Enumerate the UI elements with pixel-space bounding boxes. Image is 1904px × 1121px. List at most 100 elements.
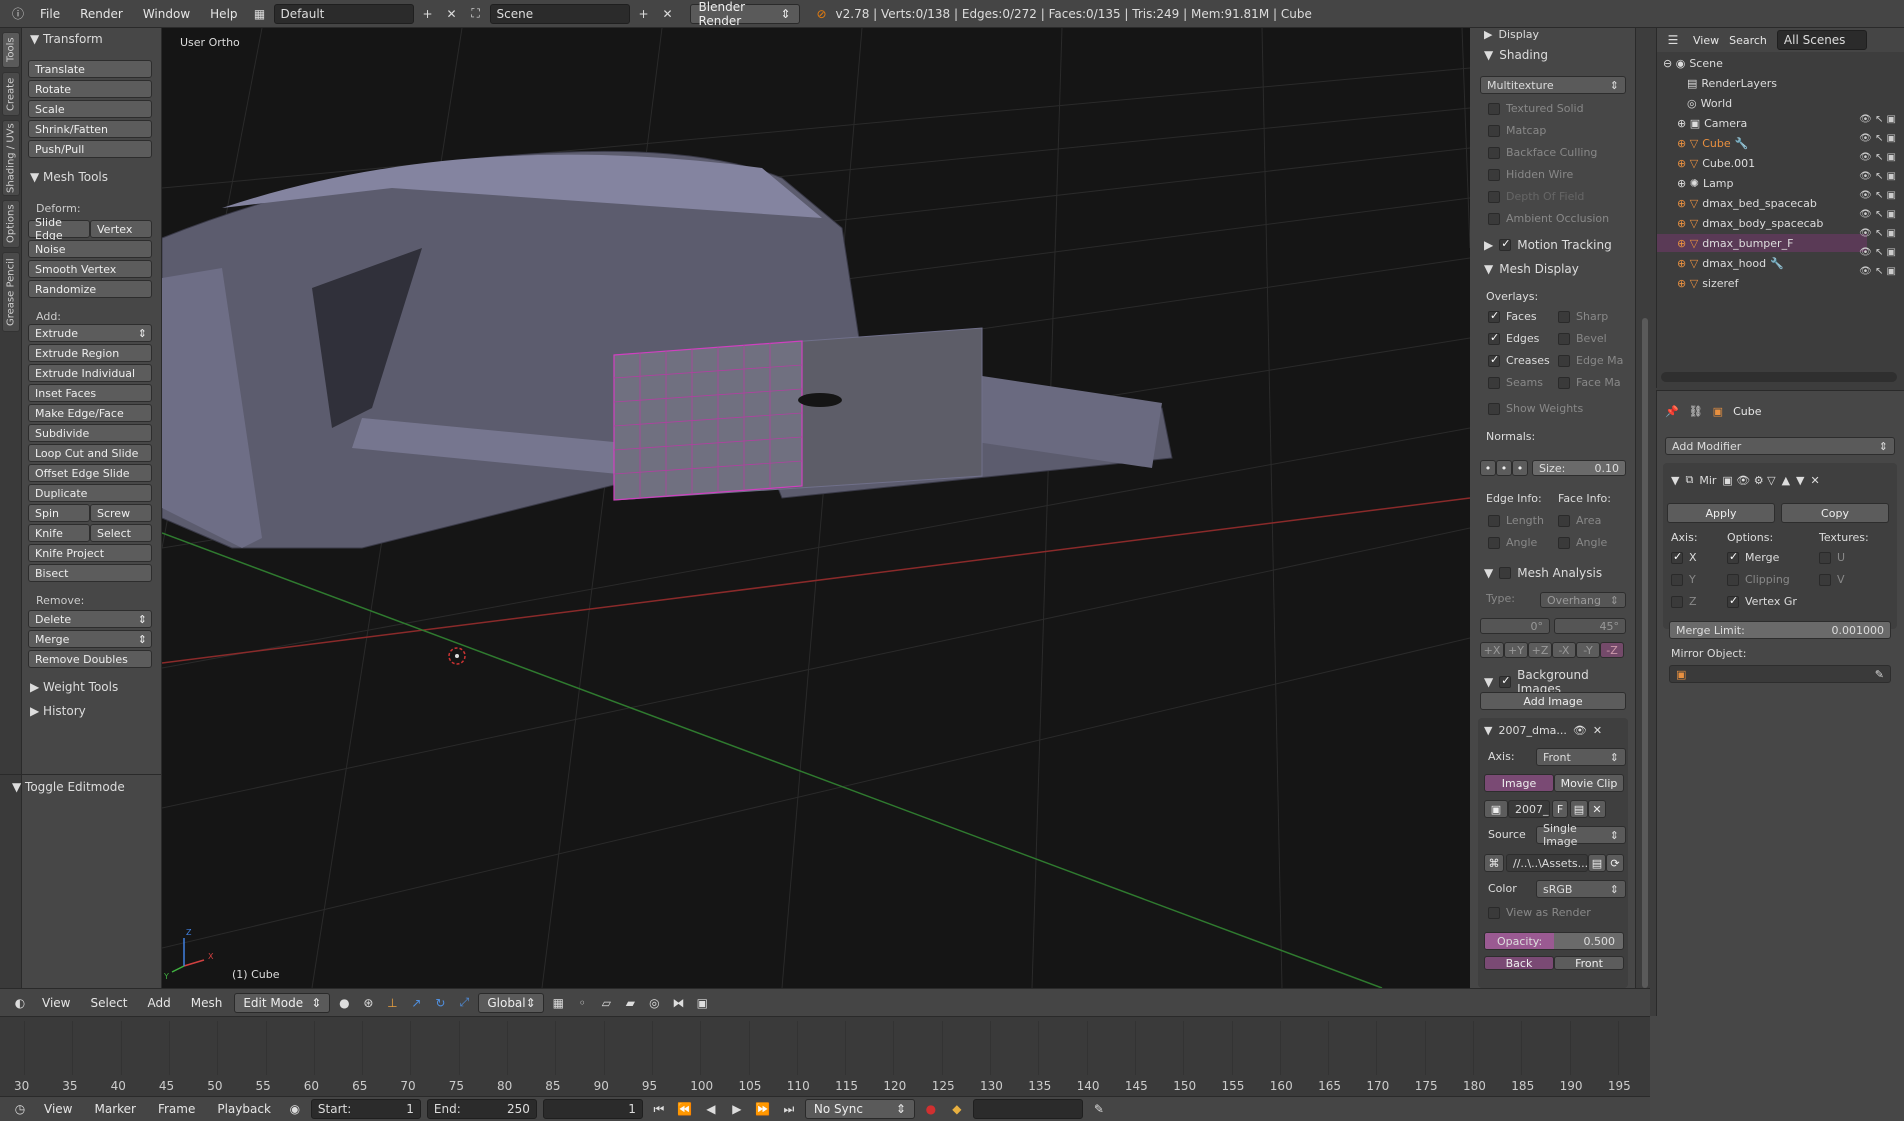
render-engine-select[interactable]: Blender Render ⇕ <box>689 0 800 28</box>
image-name-field[interactable]: 2007_ <box>1508 800 1550 818</box>
axis-neg-y-button[interactable]: -Y <box>1576 642 1600 658</box>
vertex-select-icon[interactable]: ◦ <box>572 993 592 1013</box>
image-source-tab[interactable]: Image <box>1484 774 1554 792</box>
extrude-individual-button[interactable]: Extrude Individual <box>28 364 152 382</box>
pickup-truck-model[interactable] <box>162 150 1173 549</box>
back-tab[interactable]: Back <box>1484 956 1554 970</box>
outliner-item-cube[interactable]: ⊕ ▽ Cube 🔧 <box>1677 134 1748 152</box>
menu-window[interactable]: Window <box>135 7 198 21</box>
outliner-search-menu[interactable]: Search <box>1729 34 1767 47</box>
tab-create[interactable]: Create <box>2 72 20 116</box>
editor-type-icon[interactable]: ◐ <box>10 993 30 1013</box>
loop-cut-button[interactable]: Loop Cut and Slide <box>28 444 152 462</box>
scene-icon[interactable]: ⛶ <box>466 4 486 24</box>
close-icon[interactable]: ✕ <box>1811 474 1820 487</box>
menu-view[interactable]: View <box>34 996 78 1010</box>
source-select[interactable]: Single Image ⇕ <box>1536 822 1626 848</box>
outliner-item-hood[interactable]: ⊕ ▽ dmax_hood 🔧 <box>1677 254 1784 272</box>
scrollbar-thumb[interactable] <box>1642 318 1648 988</box>
menu-help[interactable]: Help <box>202 7 245 21</box>
outliner-item-bumper[interactable]: ⊕ ▽ dmax_bumper_F <box>1657 234 1867 252</box>
knife-project-button[interactable]: Knife Project <box>28 544 152 562</box>
pivot-icon[interactable]: ⊛ <box>358 993 378 1013</box>
v-checkbox[interactable]: V <box>1819 573 1845 586</box>
merge-select[interactable]: Merge ⇕ <box>28 630 152 648</box>
jump-end-icon[interactable]: ⏭ <box>779 1099 799 1119</box>
play-icon[interactable]: ▶ <box>727 1099 747 1119</box>
transform-header[interactable]: ▼ Transform <box>30 32 103 46</box>
remove-scene-icon[interactable]: ✕ <box>658 4 678 24</box>
bisect-button[interactable]: Bisect <box>28 564 152 582</box>
unlink-icon[interactable]: ✕ <box>1588 800 1606 818</box>
loop-normal-icon[interactable]: • <box>1496 460 1512 476</box>
axis-x-checkbox[interactable]: X <box>1671 550 1697 564</box>
shading-solid-icon[interactable]: ● <box>334 993 354 1013</box>
min-angle-field[interactable]: 0° <box>1480 618 1550 634</box>
add-modifier-select[interactable]: Add Modifier ⇕ <box>1665 437 1895 455</box>
layer-icon[interactable]: ▦ <box>548 993 568 1013</box>
face-normal-icon[interactable]: • <box>1512 460 1528 476</box>
show-weights-checkbox[interactable]: Show Weights <box>1488 402 1583 415</box>
viewport-canvas[interactable] <box>162 28 1470 988</box>
eye-icon[interactable]: 👁 ↖ ▣ <box>1859 209 1896 220</box>
front-tab[interactable]: Front <box>1554 956 1624 970</box>
shading-header[interactable]: ▼ Shading <box>1484 48 1548 62</box>
knife-button[interactable]: Knife <box>28 524 90 542</box>
u-checkbox[interactable]: U <box>1819 551 1845 564</box>
tab-options[interactable]: Options <box>2 200 20 248</box>
mesh-display-header[interactable]: ▼ Mesh Display <box>1484 262 1579 276</box>
add-layout-icon[interactable]: + <box>418 4 438 24</box>
reload-icon[interactable]: ⟳ <box>1606 854 1624 872</box>
scale-manipulator-icon[interactable]: ⤢ <box>454 993 474 1013</box>
end-frame-field[interactable]: End: 250 <box>426 1099 537 1119</box>
eye-icon[interactable]: 👁 ↖ ▣ <box>1859 152 1896 163</box>
menu-select[interactable]: Select <box>82 996 135 1010</box>
outliner-item-cube-001[interactable]: ⊕ ▽ Cube.001 <box>1677 154 1755 172</box>
vertex-groups-checkbox[interactable]: Vertex Gr <box>1727 594 1797 608</box>
make-edge-face-button[interactable]: Make Edge/Face <box>28 404 152 422</box>
randomize-button[interactable]: Randomize <box>28 280 152 298</box>
textured-solid-checkbox[interactable]: Textured Solid <box>1488 102 1584 115</box>
scrollbar-track[interactable] <box>1636 28 1656 988</box>
copy-button[interactable]: Copy <box>1781 503 1889 523</box>
rotate-button[interactable]: Rotate <box>28 80 152 98</box>
menu-render[interactable]: Render <box>72 7 131 21</box>
tl-menu-playback[interactable]: Playback <box>209 1102 279 1116</box>
timeline[interactable]: 30 35 40 45 50 55 60 65 70 75 80 85 90 95 100 105 110 115… <box>0 1016 1650 1096</box>
inset-faces-button[interactable]: Inset Faces <box>28 384 152 402</box>
shading-mode-select[interactable]: Multitexture ⇕ <box>1480 76 1626 94</box>
axis-neg-x-button[interactable]: -X <box>1552 642 1576 658</box>
filepath-field[interactable]: //..\..\Assets... <box>1506 854 1588 872</box>
bevel-checkbox[interactable]: Bevel <box>1558 332 1607 345</box>
delete-select[interactable]: Delete ⇕ <box>28 610 152 628</box>
next-keyframe-icon[interactable]: ⏩ <box>753 1099 773 1119</box>
area-checkbox[interactable]: Area <box>1558 514 1601 527</box>
eye-icon[interactable]: 👁 ↖ ▣ <box>1859 247 1896 258</box>
outliner-item-scene[interactable]: ⊖ ◉ Scene <box>1663 54 1723 72</box>
smooth-vertex-button[interactable]: Smooth Vertex <box>28 260 152 278</box>
current-frame-field[interactable]: 1 <box>542 1099 643 1119</box>
edge-angle-checkbox[interactable]: Angle <box>1488 536 1537 549</box>
shrink-fatten-button[interactable]: Shrink/Fatten <box>28 120 152 138</box>
close-icon[interactable]: ✕ <box>1593 724 1602 737</box>
bg-image-row[interactable]: ▼ 2007_dma... 👁 ✕ <box>1484 724 1602 737</box>
keying-set-icon[interactable]: ◆ <box>947 1099 967 1119</box>
faces-checkbox[interactable]: Faces <box>1488 309 1537 323</box>
eye-icon[interactable]: 👁 ↖ ▣ <box>1859 114 1896 125</box>
sync-select[interactable]: No Sync ⇕ <box>804 1099 915 1119</box>
mode-select[interactable]: Edit Mode ⇕ <box>234 992 331 1013</box>
mirror-modifier-header[interactable]: ▼ ⧉ Mir ▣ 👁 ⚙ ▽ ▲ ▼ ✕ <box>1671 473 1820 487</box>
display-header[interactable]: ▶ Display <box>1484 28 1539 41</box>
edge-select-icon[interactable]: ▱ <box>596 993 616 1013</box>
render-icon[interactable]: ▣ <box>692 993 712 1013</box>
merge-limit-field[interactable]: Merge Limit: 0.001000 <box>1669 621 1891 639</box>
view-as-render-checkbox[interactable]: View as Render <box>1488 906 1591 919</box>
backface-culling-checkbox[interactable]: Backface Culling <box>1488 146 1597 159</box>
clipping-checkbox[interactable]: Clipping <box>1727 573 1790 586</box>
rotate-manipulator-icon[interactable]: ↻ <box>430 993 450 1013</box>
axis-pos-y-button[interactable]: +Y <box>1504 642 1528 658</box>
orientation-select[interactable]: Global ⇕ <box>478 992 545 1013</box>
motion-tracking-header[interactable]: ▶ Motion Tracking <box>1484 237 1612 252</box>
opacity-slider[interactable]: Opacity: 0.500 <box>1484 932 1624 950</box>
outliner-item-renderlayers[interactable]: ▤ RenderLayers <box>1687 74 1777 92</box>
